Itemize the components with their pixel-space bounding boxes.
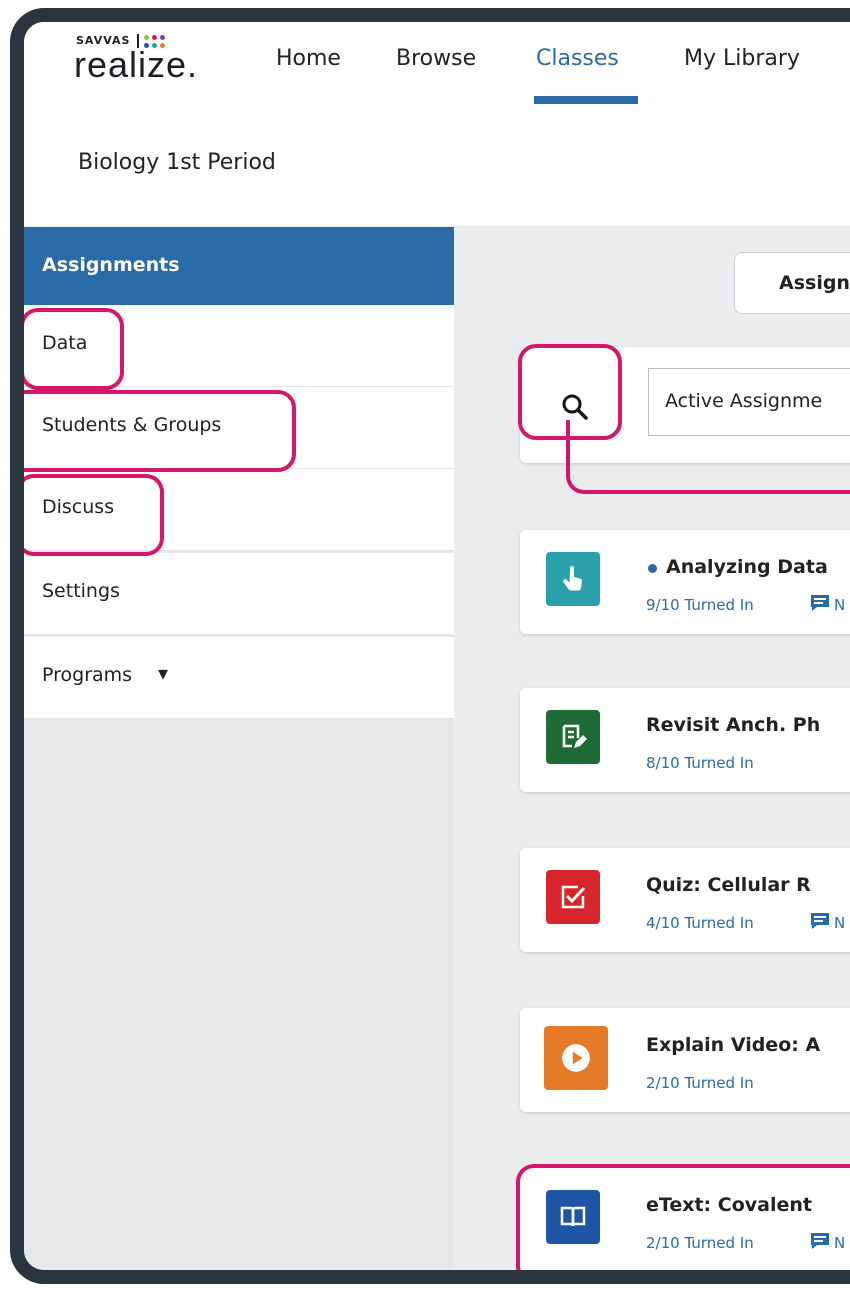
assignment-title[interactable]: Quiz: Cellular R [646, 874, 811, 896]
sidebar-item-settings[interactable]: Settings [24, 553, 454, 635]
sidebar-item-assignments[interactable]: Assignments [24, 227, 454, 309]
savvas-realize-logo[interactable]: SAVVAS realize. [74, 34, 234, 85]
checkbox-icon [546, 870, 600, 924]
assignment-card[interactable]: Quiz: Cellular R 4/10 Turned In N [520, 848, 850, 952]
hand-pointer-icon [546, 552, 600, 606]
assignment-title[interactable]: Revisit Anch. Ph [646, 714, 820, 736]
comment-count: N [834, 914, 846, 932]
assignment-card[interactable]: Analyzing Data 9/10 Turned In N [520, 530, 850, 634]
assign-button-label: Assign [779, 272, 850, 294]
filter-value: Active Assignme [665, 390, 823, 412]
play-icon [544, 1026, 608, 1090]
nav-classes[interactable]: Classes [536, 46, 619, 71]
sidebar-item-label: Settings [42, 580, 120, 602]
active-tab-indicator [534, 96, 638, 104]
turned-in-count[interactable]: 8/10 Turned In [646, 754, 754, 772]
callout-students-groups [24, 390, 296, 472]
sidebar-item-label: Programs [42, 664, 133, 686]
comment-icon[interactable] [810, 912, 830, 930]
turned-in-count[interactable]: 4/10 Turned In [646, 914, 754, 932]
nav-browse[interactable]: Browse [396, 46, 476, 71]
comment-count: N [834, 596, 846, 614]
comment-icon[interactable] [810, 594, 830, 612]
caret-down-icon: ▾ [158, 661, 169, 685]
callout-data [24, 308, 124, 390]
callout-search-connector [566, 420, 850, 494]
nav-home[interactable]: Home [276, 46, 341, 71]
class-title: Biology 1st Period [78, 150, 276, 175]
assign-button[interactable]: Assign [734, 252, 850, 314]
callout-line [10, 514, 18, 518]
sidebar-item-label: Assignments [42, 254, 180, 276]
logo-wordmark: realize. [74, 44, 199, 85]
assignment-title[interactable]: Analyzing Data [666, 556, 828, 578]
sidebar-item-programs[interactable]: Programs ▾ [24, 637, 454, 719]
callout-line [10, 348, 22, 352]
device-frame: SAVVAS realize. Home Browse Classes My L… [10, 8, 850, 1284]
assignment-title[interactable]: Explain Video: A [646, 1034, 820, 1056]
callout-etext-card [516, 1164, 850, 1270]
notes-edit-icon [546, 710, 600, 764]
assignment-card[interactable]: Revisit Anch. Ph 8/10 Turned In [520, 688, 850, 792]
new-indicator-dot [648, 564, 657, 573]
assignment-card[interactable]: Explain Video: A 2/10 Turned In [520, 1008, 850, 1112]
nav-my-library[interactable]: My Library [684, 46, 800, 71]
turned-in-count[interactable]: 2/10 Turned In [646, 1074, 754, 1092]
turned-in-count[interactable]: 9/10 Turned In [646, 596, 754, 614]
top-navigation: SAVVAS realize. Home Browse Classes My L… [24, 22, 850, 105]
callout-discuss [24, 474, 164, 556]
